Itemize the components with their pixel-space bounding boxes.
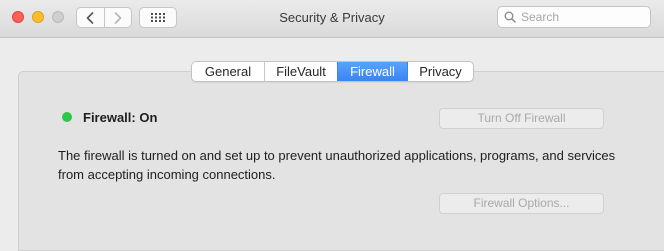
- close-window-button[interactable]: [12, 11, 24, 23]
- chevron-right-icon: [114, 11, 122, 24]
- firewall-status-label: Firewall: On: [83, 110, 158, 125]
- show-all-preferences-button[interactable]: [139, 7, 177, 28]
- navigation-buttons: [76, 7, 132, 28]
- search-icon: [504, 11, 516, 23]
- firewall-options-button[interactable]: Firewall Options...: [439, 193, 604, 214]
- forward-button[interactable]: [103, 8, 132, 27]
- grid-icon: [151, 13, 165, 22]
- tab-firewall[interactable]: Firewall: [337, 62, 407, 81]
- minimize-window-button[interactable]: [32, 11, 44, 23]
- firewall-status-indicator: [62, 112, 72, 122]
- tab-filevault[interactable]: FileVault: [264, 62, 337, 81]
- chevron-left-icon: [86, 11, 94, 24]
- firewall-description: The firewall is turned on and set up to …: [58, 148, 616, 182]
- back-button[interactable]: [77, 8, 104, 27]
- tab-general[interactable]: General: [192, 62, 264, 81]
- tab-bar: General FileVault Firewall Privacy: [191, 61, 474, 82]
- search-input[interactable]: [521, 10, 646, 24]
- window-titlebar: Security & Privacy: [0, 0, 664, 38]
- turn-off-firewall-button[interactable]: Turn Off Firewall: [439, 108, 604, 129]
- zoom-window-button: [52, 11, 64, 23]
- tab-privacy[interactable]: Privacy: [407, 62, 473, 81]
- search-field[interactable]: [497, 6, 651, 28]
